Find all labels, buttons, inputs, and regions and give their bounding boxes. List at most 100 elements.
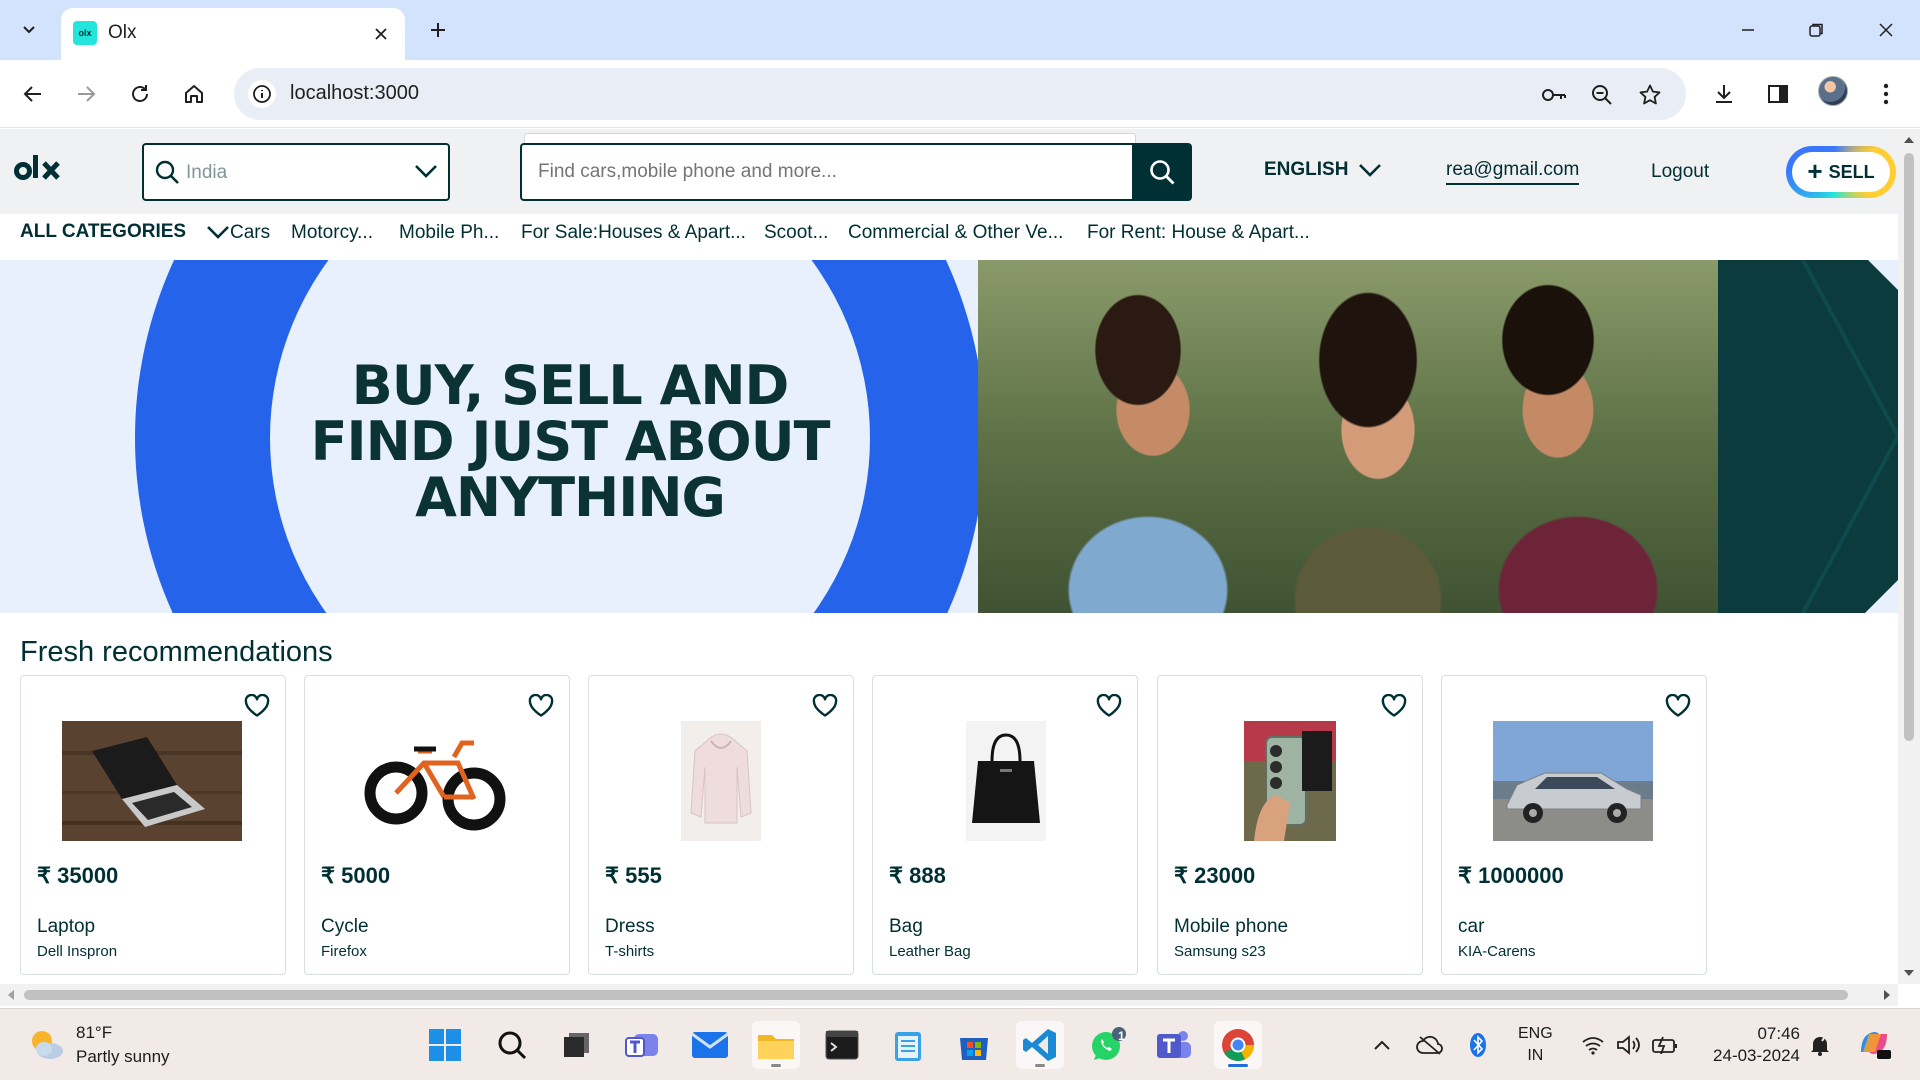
copilot-button[interactable] (1854, 1023, 1894, 1063)
search-button[interactable] (1132, 143, 1192, 201)
microsoft-store-app[interactable] (950, 1021, 998, 1069)
language-selector[interactable]: ENGLISH (1264, 159, 1382, 181)
teams-app[interactable] (1150, 1021, 1198, 1069)
product-card[interactable]: ₹ 23000 Mobile phone Samsung s23 (1157, 675, 1423, 975)
browser-tab-olx[interactable]: olx Olx (61, 8, 405, 60)
heart-icon (1665, 694, 1691, 717)
bluetooth-icon-button[interactable] (1466, 1031, 1490, 1059)
category-link[interactable]: Scoot... (764, 222, 828, 244)
phone-image (1244, 721, 1336, 841)
partly-sunny-icon[interactable] (26, 1025, 66, 1065)
banner-line: FIND JUST ABOUT (310, 410, 831, 473)
location-select[interactable] (142, 143, 450, 201)
category-link[interactable]: Cars (230, 222, 270, 244)
wifi-icon-button[interactable] (1578, 1031, 1608, 1059)
sell-button[interactable]: + SELL (1786, 146, 1896, 198)
notification-badge: 1 (1118, 1029, 1125, 1043)
notepad-icon (895, 1032, 921, 1061)
product-card[interactable]: ₹ 1000000 car KIA-Carens (1441, 675, 1707, 975)
notepad-app[interactable] (884, 1021, 932, 1069)
volume-icon-button[interactable] (1614, 1031, 1644, 1059)
olx-logo-icon[interactable] (14, 149, 70, 189)
tab-close-button[interactable] (369, 22, 393, 46)
mail-icon (691, 1032, 729, 1058)
all-categories-dropdown[interactable]: ALL CATEGORIES (20, 221, 230, 243)
favorite-button[interactable] (1380, 692, 1408, 720)
close-window-button[interactable] (1862, 10, 1910, 50)
new-tab-button[interactable] (420, 12, 456, 48)
favorite-button[interactable] (243, 692, 271, 720)
input-language-indicator[interactable]: ENG IN (1518, 1023, 1553, 1067)
side-panel-icon (1768, 85, 1788, 103)
site-info-button[interactable] (248, 80, 276, 108)
search-input[interactable] (538, 159, 1098, 185)
site-header: ENGLISH rea@gmail.com Logout + SELL (0, 129, 1898, 214)
vscode-app[interactable] (1016, 1021, 1064, 1069)
whatsapp-app[interactable]: 1 (1084, 1021, 1132, 1069)
onedrive-icon-button[interactable] (1414, 1031, 1446, 1059)
vertical-scrollbar-thumb[interactable] (1904, 153, 1914, 741)
category-link[interactable]: Motorcy... (291, 222, 373, 244)
logout-link[interactable]: Logout (1651, 161, 1709, 183)
user-email-link[interactable]: rea@gmail.com (1446, 159, 1580, 185)
horizontal-scrollbar[interactable] (0, 984, 1898, 1006)
vertical-scrollbar[interactable] (1898, 129, 1920, 984)
hero-banner: BUY, SELL AND FIND JUST ABOUT ANYTHING (0, 260, 1898, 613)
zoom-button[interactable] (1588, 81, 1616, 109)
heart-icon (1381, 694, 1407, 717)
home-button[interactable] (174, 74, 214, 114)
star-icon (1639, 84, 1661, 105)
horizontal-scrollbar-thumb[interactable] (24, 990, 1848, 1000)
chevron-up-icon (1374, 1040, 1390, 1050)
battery-icon-button[interactable] (1650, 1031, 1680, 1059)
category-link[interactable]: Commercial & Other Ve... (848, 222, 1063, 244)
side-panel-button[interactable] (1758, 74, 1798, 114)
notifications-button[interactable] (1806, 1031, 1834, 1059)
favorite-button[interactable] (1095, 692, 1123, 720)
reload-button[interactable] (120, 74, 160, 114)
back-button[interactable] (13, 74, 53, 114)
chrome-app[interactable] (1214, 1021, 1262, 1069)
bookmark-button[interactable] (1636, 81, 1664, 109)
app-active-indicator (1228, 1064, 1248, 1067)
weather-temperature[interactable]: 81°F (76, 1023, 112, 1043)
password-key-button[interactable] (1540, 81, 1568, 109)
product-card[interactable]: ₹ 5000 Cycle Firefox (304, 675, 570, 975)
system-clock[interactable]: 07:46 24-03-2024 (1700, 1023, 1800, 1067)
location-input[interactable] (186, 159, 386, 187)
file-explorer-app[interactable] (752, 1021, 800, 1069)
teams-icon (1157, 1031, 1191, 1058)
tab-title: Olx (108, 22, 137, 43)
weather-description[interactable]: Partly sunny (76, 1047, 170, 1067)
banner-headline: BUY, SELL AND FIND JUST ABOUT ANYTHING (300, 358, 840, 526)
forward-button[interactable] (66, 74, 106, 114)
product-card[interactable]: ₹ 555 Dress T-shirts (588, 675, 854, 975)
favorite-button[interactable] (527, 692, 555, 720)
search-taskbar-button[interactable] (488, 1021, 536, 1069)
product-subtitle: Samsung s23 (1174, 943, 1266, 960)
product-card[interactable]: ₹ 888 Bag Leather Bag (872, 675, 1138, 975)
teams-chat-app[interactable] (618, 1021, 666, 1069)
address-bar[interactable]: localhost:3000 (234, 68, 1686, 120)
minimize-window-button[interactable] (1724, 10, 1772, 50)
search-box[interactable] (520, 143, 1134, 201)
browser-menu-button[interactable] (1866, 74, 1906, 114)
restore-window-button[interactable] (1792, 10, 1840, 50)
heart-icon (812, 694, 838, 717)
category-link[interactable]: Mobile Ph... (399, 222, 499, 244)
terminal-app[interactable] (818, 1021, 866, 1069)
profile-avatar[interactable] (1818, 76, 1848, 106)
category-link[interactable]: For Sale:Houses & Apart... (521, 222, 746, 244)
search-icon (155, 160, 179, 184)
show-hidden-icons-button[interactable] (1370, 1031, 1394, 1059)
product-card[interactable]: ₹ 35000 Laptop Dell Inspron (20, 675, 286, 975)
favorite-button[interactable] (1664, 692, 1692, 720)
url-text: localhost:3000 (290, 82, 419, 104)
downloads-button[interactable] (1704, 74, 1744, 114)
category-link[interactable]: For Rent: House & Apart... (1087, 222, 1310, 244)
mail-app[interactable] (686, 1021, 734, 1069)
task-view-button[interactable] (552, 1021, 600, 1069)
start-button[interactable] (421, 1021, 469, 1069)
tab-search-dropdown-button[interactable] (11, 12, 47, 48)
favorite-button[interactable] (811, 692, 839, 720)
